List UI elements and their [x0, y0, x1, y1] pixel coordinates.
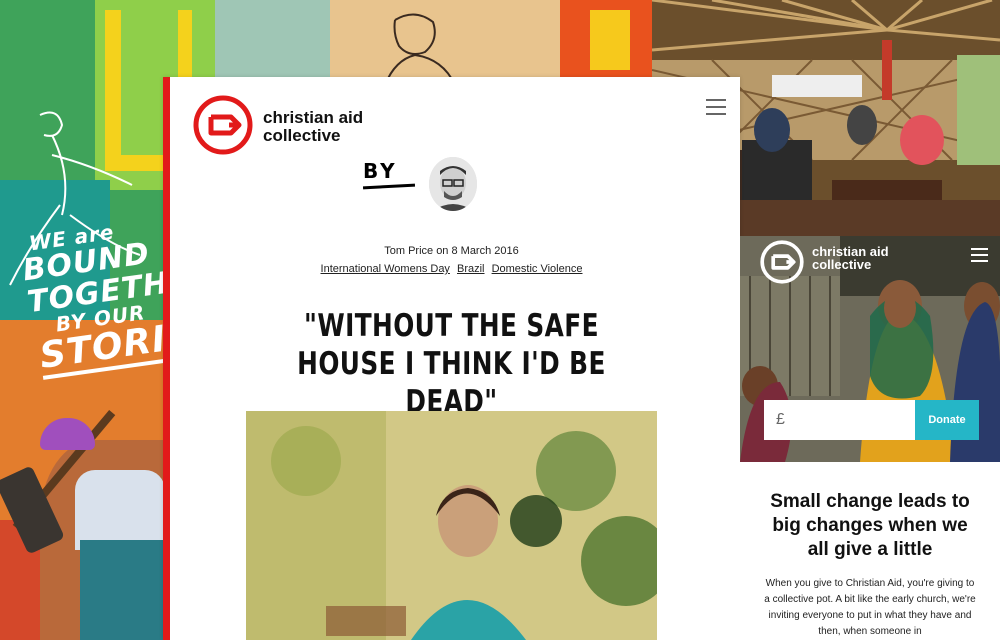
tag-link[interactable]: Brazil [457, 263, 485, 275]
tag-link[interactable]: International Womens Day [321, 263, 450, 275]
mobile-headline: Small change leads to big changes when w… [770, 491, 970, 560]
hamburger-menu-icon[interactable] [971, 248, 988, 262]
brand-line: collective [263, 126, 341, 145]
brand-name[interactable]: christian aid collective [263, 109, 363, 145]
christian-aid-logo-icon[interactable] [193, 95, 253, 155]
brand-line: christian aid [263, 108, 364, 127]
worker-shirt [75, 470, 165, 550]
author-date: Tom Price on 8 March 2016 [384, 245, 519, 257]
hamburger-menu-icon[interactable] [706, 99, 726, 115]
donation-amount-input[interactable]: £ [764, 400, 916, 440]
brand-line: collective [812, 257, 872, 272]
article-page: christian aid collective BY Tom Price on… [163, 77, 740, 640]
author-avatar[interactable] [429, 157, 477, 211]
author-portrait-icon [429, 157, 477, 211]
hero-woman-photo [246, 411, 657, 640]
collage-yellow-strip [178, 10, 192, 80]
tag-list: International Womens Day Brazil Domestic… [163, 263, 740, 275]
accent-bar [163, 77, 170, 640]
christian-aid-logo-icon[interactable] [760, 240, 804, 284]
by-underline [362, 183, 416, 190]
collage-yellow-paper [590, 10, 630, 70]
mobile-body-text: When you give to Christian Aid, you're g… [764, 578, 976, 637]
sketch-figure-illustration [384, 13, 456, 85]
mobile-brand-name[interactable]: christian aid collective [812, 245, 889, 271]
mobile-page: christian aid collective £ Donate Small … [740, 236, 1000, 640]
tag-link[interactable]: Domestic Violence [492, 263, 583, 275]
mobile-hero-photo: christian aid collective £ Donate [740, 236, 1000, 462]
hero-image [246, 411, 657, 640]
worker-jeans [80, 540, 165, 640]
by-label: BY [363, 159, 398, 183]
donate-button[interactable]: Donate [915, 400, 979, 440]
article-headline: "WITHOUT THE SAFE HOUSE I THINK I'D BE D… [297, 308, 606, 420]
